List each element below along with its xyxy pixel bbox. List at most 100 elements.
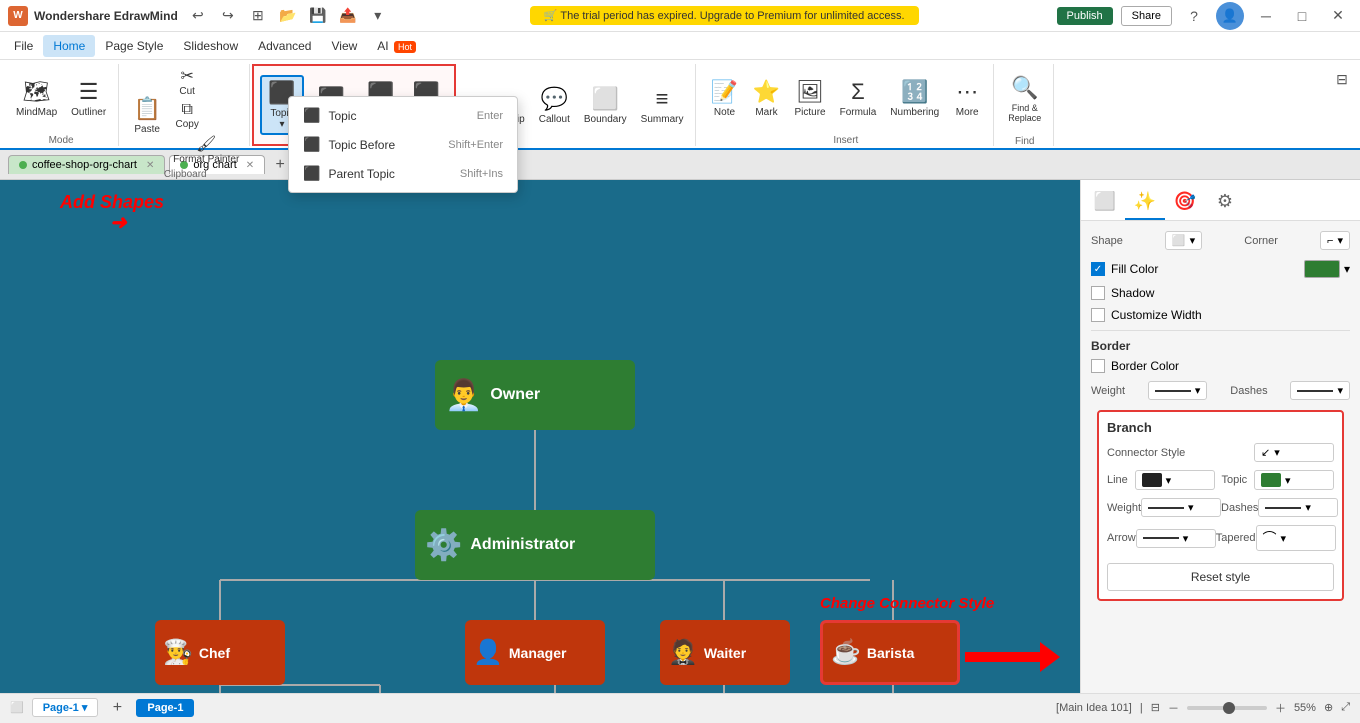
canvas[interactable]: Add Shapes ➜ [0,180,1080,693]
dashes-label: Dashes [1230,385,1267,397]
save-button[interactable]: 💾 [304,5,332,27]
connector-style-select[interactable]: ↙ ▾ [1254,443,1334,462]
dropdown-item-parent-topic[interactable]: ⬛ Parent Topic Shift+Ins [289,159,517,188]
fill-color-checkbox[interactable]: ✓ [1091,262,1105,276]
status-bar: ⬜ Page-1 ▾ + Page-1 [Main Idea 101] | ⊟ … [0,693,1360,721]
open-button[interactable]: 📂 [274,5,302,27]
ribbon-group-mode: 🗺 MindMap ☰ Outliner Mode [4,64,119,146]
redo-button[interactable]: ↪ [214,5,242,27]
menu-file[interactable]: File [4,35,43,57]
note-button[interactable]: 📝 Note [704,69,744,129]
zoom-out-icon[interactable]: － [1168,700,1179,716]
formula-button[interactable]: Σ Formula [834,69,883,129]
corner-select[interactable]: ⌐ ▾ [1320,231,1350,250]
minimize-button[interactable]: ─ [1252,5,1280,27]
avatar[interactable]: 👤 [1216,2,1244,30]
summary-button[interactable]: ≡ Summary [635,75,690,135]
paste-button[interactable]: 📋 Paste [127,86,167,146]
fit-view-icon[interactable]: ⊕ [1324,701,1333,714]
export-button[interactable]: 📤 [334,5,362,27]
zoom-slider-thumb[interactable] [1223,702,1235,714]
numbering-button[interactable]: 🔢 Numbering [884,69,945,129]
dropdown-topic-before-row: ⬛ Topic Before [303,136,395,153]
connector-style-icon: ↙ [1261,446,1270,459]
node-manager[interactable]: 👤 Manager [465,620,605,685]
menu-advanced[interactable]: Advanced [248,35,321,57]
topic-label-branch: Topic [1221,474,1247,486]
publish-button[interactable]: Publish [1057,7,1113,25]
barista-icon: ☕ [831,638,861,667]
reset-style-button[interactable]: Reset style [1107,563,1334,591]
panel-tab-shape[interactable]: ⬜ [1085,184,1125,220]
dropdown-item-topic-before[interactable]: ⬛ Topic Before Shift+Enter [289,130,517,159]
tapered-select[interactable]: ⌒ ▾ [1256,525,1336,551]
undo-button[interactable]: ↩ [184,5,212,27]
dropdown-parent-topic-label: Parent Topic [328,167,395,181]
node-chef[interactable]: 👨‍🍳 Chef [155,620,285,685]
node-owner[interactable]: 👨‍💼 Owner [435,360,635,430]
find-group-label: Find [1015,134,1034,147]
tab-close-org-chart[interactable]: ✕ [246,160,254,171]
menu-slideshow[interactable]: Slideshow [173,35,248,57]
paste-label: Paste [134,124,160,135]
shadow-checkbox[interactable] [1091,286,1105,300]
maximize-button[interactable]: □ [1288,5,1316,27]
panel-tab-target[interactable]: 🎯 [1165,184,1205,220]
menu-bar: File Home Page Style Slideshow Advanced … [0,32,1360,60]
expand-icon[interactable]: ⤢ [1341,701,1350,714]
dropdown-item-topic[interactable]: ⬛ Topic Enter [289,101,517,130]
node-barista[interactable]: ☕ Barista [820,620,960,685]
line-select[interactable]: ▾ [1135,470,1215,490]
menu-view[interactable]: View [321,35,367,57]
branch-dashes-select[interactable]: ▾ [1258,498,1338,517]
change-connector-annotation: Change Connector Style [820,595,994,612]
cut-button[interactable]: ✂ Cut [169,64,205,99]
picture-button[interactable]: 🖼 Picture [788,69,831,129]
dashes-select[interactable]: ▾ [1290,381,1350,400]
formula-icon: Σ [851,79,865,105]
node-waiter1[interactable]: 🤵 Waiter [660,620,790,685]
find-replace-button[interactable]: 🔍 Find &Replace [1002,64,1047,134]
topic-select[interactable]: ▾ [1254,470,1334,490]
active-page-tab[interactable]: Page-1 [136,699,194,717]
node-administrator[interactable]: ⚙️ Administrator [415,510,655,580]
mindmap-button[interactable]: 🗺 MindMap [10,69,63,129]
menu-page-style[interactable]: Page Style [95,35,173,57]
page-1-tab[interactable]: Page-1 ▾ [32,698,99,717]
shape-select[interactable]: ⬜ ▾ [1165,231,1202,250]
arrow-label: Arrow [1107,532,1136,544]
help-button[interactable]: ? [1180,5,1208,27]
menu-ai[interactable]: AI Hot [367,35,426,57]
insert-group-label: Insert [833,133,858,146]
layout-toggle-button[interactable]: ⊟ [1328,68,1356,90]
arrow-line [1143,537,1179,539]
arrow-select[interactable]: ▾ [1136,529,1216,548]
menu-home[interactable]: Home [43,35,95,57]
share-button[interactable]: Share [1121,6,1172,26]
panel-tab-settings[interactable]: ⚙ [1205,184,1245,220]
weight-select[interactable]: ▾ [1148,381,1208,400]
connector-style-arrow: ▾ [1274,446,1280,459]
callout-button[interactable]: 💬 Callout [533,75,576,135]
fit-icon[interactable]: ⊟ [1151,701,1160,714]
close-button[interactable]: ✕ [1324,5,1352,27]
new-button[interactable]: ⊞ [244,5,272,27]
fill-color-swatch[interactable] [1304,260,1340,278]
fill-color-arrow[interactable]: ▾ [1344,262,1350,276]
mark-button[interactable]: ⭐ Mark [746,69,786,129]
border-color-row: Border Color [1091,359,1350,373]
copy-button[interactable]: ⧉ Copy [169,99,205,132]
trial-banner[interactable]: 🛒 The trial period has expired. Upgrade … [530,6,919,25]
panel-tab-magic[interactable]: ✨ [1125,184,1165,220]
mark-icon: ⭐ [753,79,780,105]
branch-weight-select[interactable]: ▾ [1141,498,1221,517]
more-button[interactable]: ⋯ More [947,69,987,129]
customize-width-checkbox[interactable] [1091,308,1105,322]
add-page-button[interactable]: + [106,697,128,719]
outliner-button[interactable]: ☰ Outliner [65,69,112,129]
boundary-button[interactable]: ⬜ Boundary [578,75,633,135]
border-color-checkbox[interactable] [1091,359,1105,373]
more-button[interactable]: ▾ [364,5,392,27]
format-painter-button[interactable]: 🖌 Format Painter [169,132,243,167]
zoom-in-icon[interactable]: ＋ [1275,700,1286,716]
